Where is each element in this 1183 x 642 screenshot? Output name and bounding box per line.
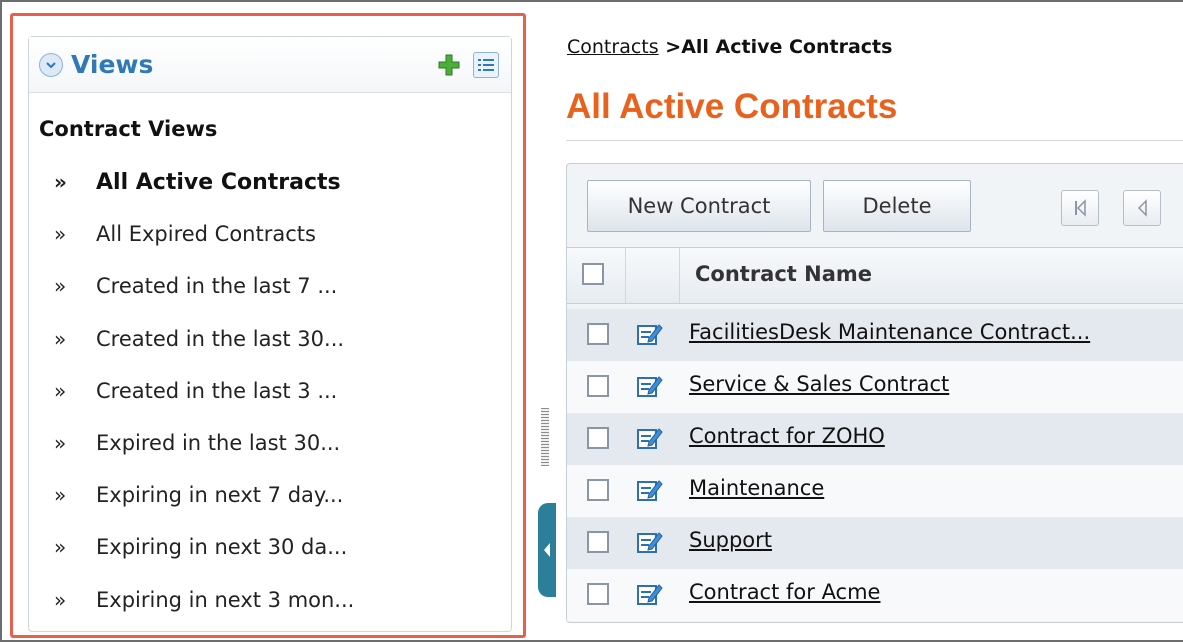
collapse-panel-handle[interactable] [538,503,556,597]
views-title: Views [71,50,154,79]
table-row: Contract for Acme [567,569,1183,621]
view-item-label: Expiring in next 3 mon... [96,587,355,612]
edit-icon[interactable] [637,374,663,398]
double-chevron-icon: » [54,326,67,351]
row-checkbox[interactable] [587,583,609,605]
view-item-label: Created in the last 7 ... [96,274,338,299]
delete-button[interactable]: Delete [823,180,971,232]
views-header: Views [29,37,511,93]
table-row: Support [567,517,1183,569]
double-chevron-icon: » [54,587,67,612]
edit-icon[interactable] [637,426,663,450]
list-view-icon[interactable] [473,51,499,78]
view-item-label: All Expired Contracts [96,222,316,247]
view-item-all-expired[interactable]: » All Expired Contracts [54,208,354,260]
view-item-expiring-7[interactable]: » Expiring in next 7 day... [54,469,354,521]
double-chevron-icon: » [54,222,67,247]
view-item-expiring-3mon[interactable]: » Expiring in next 3 mon... [54,574,354,626]
grid-toolbar: New Contract Delete [567,164,1183,247]
row-checkbox[interactable] [587,375,609,397]
view-item-label: Expiring in next 30 da... [96,535,348,560]
breadcrumb-contracts-link[interactable]: Contracts [567,36,659,58]
view-item-all-active[interactable]: » All Active Contracts [54,156,354,208]
contracts-grid: New Contract Delete Contract Name Facili… [566,163,1183,623]
column-divider [679,248,680,303]
breadcrumb-current: All Active Contracts [681,36,893,58]
double-chevron-icon: » [54,274,67,299]
contract-link[interactable]: FacilitiesDesk Maintenance Contract... [689,320,1090,344]
contract-link[interactable]: Service & Sales Contract [689,372,949,396]
table-row: FacilitiesDesk Maintenance Contract... [567,309,1183,361]
row-checkbox[interactable] [587,531,609,553]
select-all-checkbox[interactable] [582,263,604,285]
view-item-expiring-30[interactable]: » Expiring in next 30 da... [54,521,354,573]
table-header-row: Contract Name [567,247,1183,304]
double-chevron-icon: » [54,170,67,195]
edit-icon[interactable] [637,530,663,554]
view-item-created-3[interactable]: » Created in the last 3 ... [54,365,354,417]
view-item-label: Created in the last 30... [96,326,345,351]
view-item-expired-30[interactable]: » Expired in the last 30... [54,417,354,469]
table-row: Maintenance [567,465,1183,517]
view-item-created-7[interactable]: » Created in the last 7 ... [54,260,354,312]
title-divider [566,140,1183,141]
first-page-icon[interactable] [1061,190,1099,226]
view-item-label: Created in the last 3 ... [96,378,338,403]
row-checkbox[interactable] [587,479,609,501]
new-contract-button[interactable]: New Contract [587,180,811,232]
double-chevron-icon: » [54,483,67,508]
previous-page-icon[interactable] [1123,190,1161,226]
view-item-created-30[interactable]: » Created in the last 30... [54,313,354,365]
page-title: All Active Contracts [566,87,898,126]
breadcrumb: Contracts >All Active Contracts [567,36,892,58]
contract-link[interactable]: Support [689,528,772,552]
table-row: Service & Sales Contract [567,361,1183,413]
edit-icon[interactable] [637,322,663,346]
contract-views-heading: Contract Views [39,117,218,141]
column-divider [625,248,626,303]
breadcrumb-separator: > [658,36,682,58]
table-row: Contract for ZOHO [567,413,1183,465]
double-chevron-icon: » [54,378,67,403]
contract-name-column-header[interactable]: Contract Name [695,262,872,286]
add-view-icon[interactable] [437,53,461,77]
double-chevron-icon: » [54,431,67,456]
view-item-label: Expired in the last 30... [96,431,341,456]
chevron-left-icon [544,543,550,557]
contract-link[interactable]: Contract for ZOHO [689,424,885,448]
edit-icon[interactable] [637,478,663,502]
row-checkbox[interactable] [587,323,609,345]
view-item-label: Expiring in next 7 day... [96,483,344,508]
contract-link[interactable]: Contract for Acme [689,580,880,604]
double-chevron-icon: » [54,535,67,560]
splitter-grip[interactable] [541,408,549,466]
contract-link[interactable]: Maintenance [689,476,824,500]
edit-icon[interactable] [637,582,663,606]
view-list: » All Active Contracts » All Expired Con… [54,156,354,626]
chevron-down-icon[interactable] [39,52,63,77]
view-item-label: All Active Contracts [96,169,341,195]
row-checkbox[interactable] [587,427,609,449]
